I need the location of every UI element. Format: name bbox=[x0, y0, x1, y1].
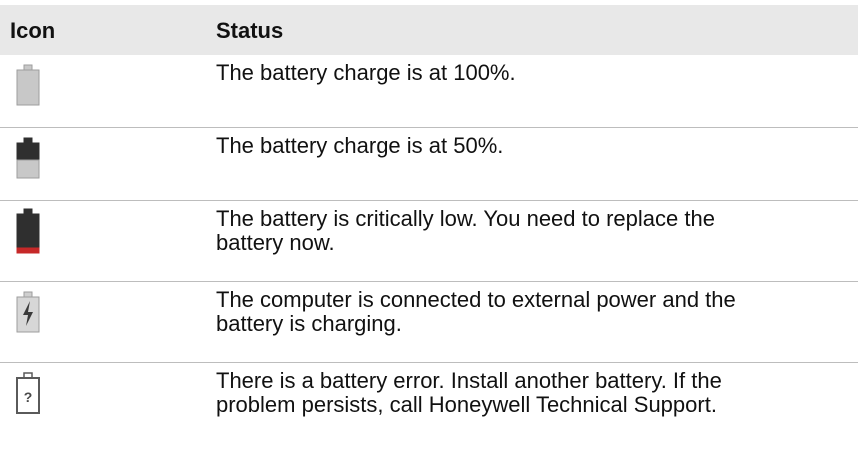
battery-full-icon bbox=[16, 64, 40, 108]
battery-error-icon-svg: ? bbox=[16, 372, 40, 414]
status-text: The battery charge is at 100%. bbox=[216, 60, 516, 85]
battery-full-icon-svg bbox=[16, 64, 40, 106]
table-row: The battery charge is at 100%. bbox=[0, 56, 858, 128]
battery-error-icon: ? bbox=[16, 372, 40, 416]
row-divider bbox=[0, 200, 858, 201]
battery-status-table: Icon Status The battery charge is at 100… bbox=[0, 0, 858, 453]
battery-charging-icon-svg bbox=[16, 291, 40, 333]
table-row: The battery charge is at 50%. bbox=[0, 129, 858, 201]
header-icon: Icon bbox=[10, 18, 56, 43]
table-row: The computer is connected to external po… bbox=[0, 283, 858, 363]
battery-half-icon-svg bbox=[16, 137, 40, 179]
table-row: ? There is a battery error. Install anot… bbox=[0, 364, 858, 444]
battery-critical-icon bbox=[16, 208, 40, 254]
battery-critical-icon-svg bbox=[16, 208, 40, 254]
battery-charging-icon bbox=[16, 291, 40, 335]
row-divider bbox=[0, 281, 858, 282]
table-header: Icon Status bbox=[0, 5, 858, 55]
battery-half-icon bbox=[16, 137, 40, 181]
status-text: The computer is connected to external po… bbox=[216, 287, 736, 336]
status-text: The battery charge is at 50%. bbox=[216, 133, 504, 158]
status-text: There is a battery error. Install anothe… bbox=[216, 368, 722, 417]
header-status: Status bbox=[216, 18, 284, 43]
status-text: The battery is critically low. You need … bbox=[216, 206, 715, 255]
row-divider bbox=[0, 362, 858, 363]
svg-text:?: ? bbox=[24, 389, 33, 405]
table-row: The battery is critically low. You need … bbox=[0, 202, 858, 282]
row-divider bbox=[0, 127, 858, 128]
